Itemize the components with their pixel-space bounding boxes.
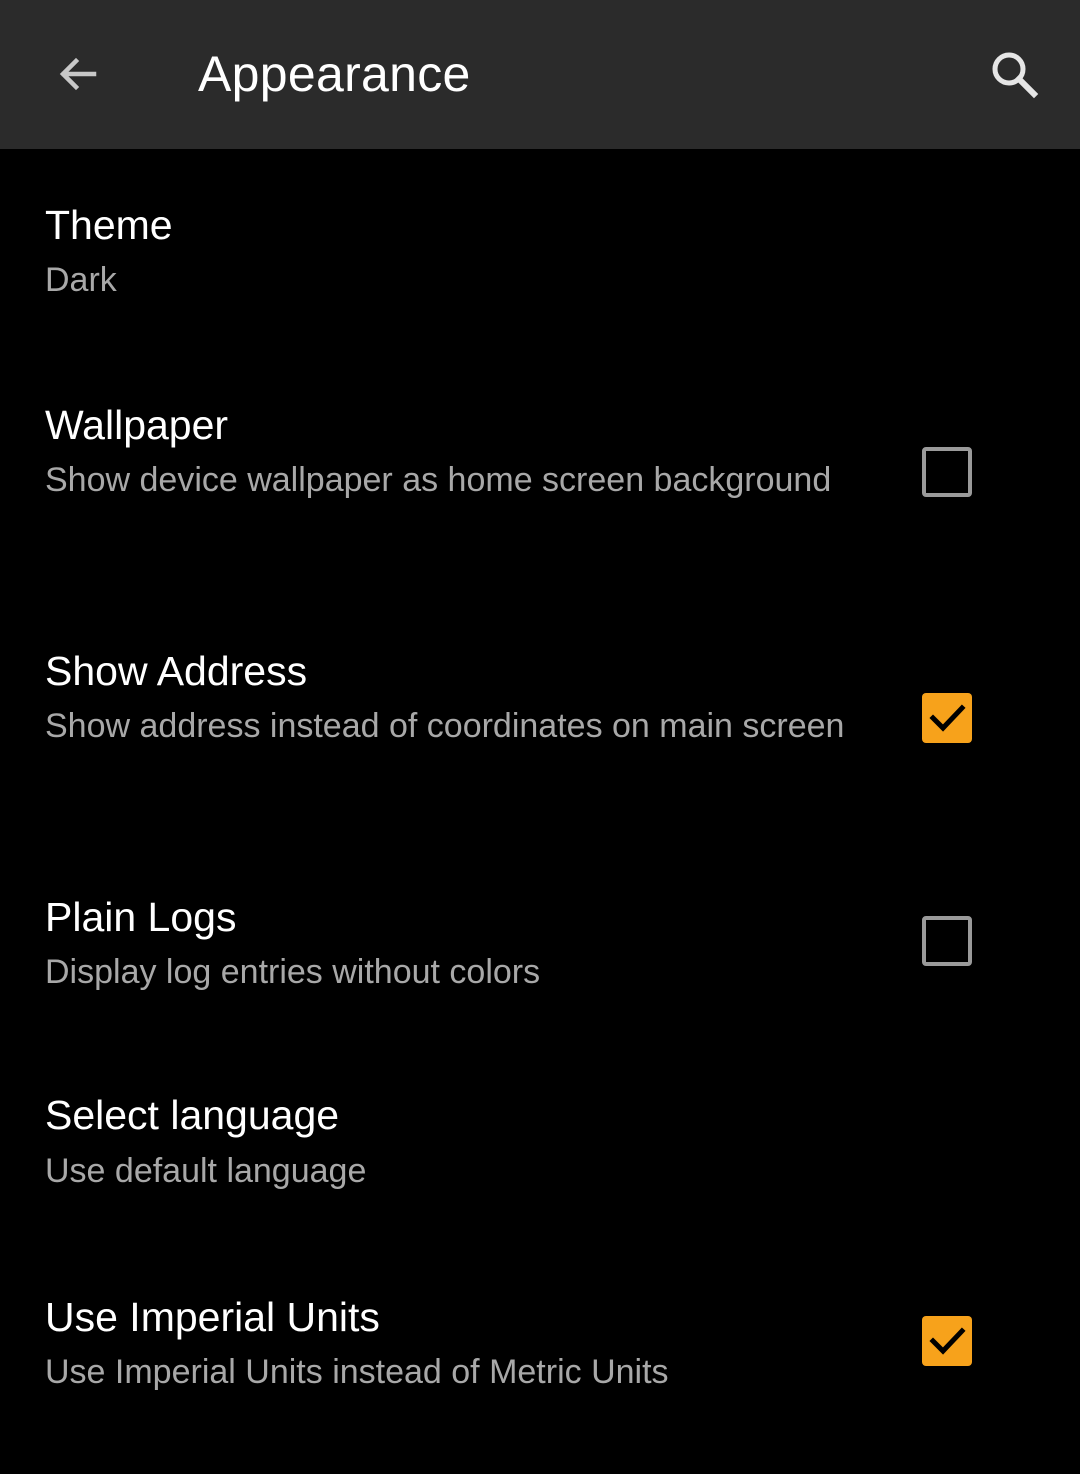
search-icon xyxy=(992,52,1039,99)
arrow-back-icon xyxy=(59,57,97,91)
pref-summary: Display log entries without colors xyxy=(45,953,541,991)
checkmark-icon xyxy=(929,1327,966,1355)
wallpaper-checkbox[interactable] xyxy=(922,447,972,497)
pref-title: Plain Logs xyxy=(45,894,237,940)
pref-summary: Use default language xyxy=(45,1152,367,1190)
pref-summary: Dark xyxy=(45,261,117,299)
pref-select-language[interactable]: Select language Use default language xyxy=(0,1042,1080,1242)
search-button[interactable] xyxy=(974,34,1054,114)
plain-logs-checkbox[interactable] xyxy=(922,916,972,966)
pref-title: Use Imperial Units xyxy=(45,1294,380,1340)
pref-show-address[interactable]: Show Address Show address instead of coo… xyxy=(0,596,1080,842)
pref-summary: Show address instead of coordinates on m… xyxy=(45,707,845,745)
pref-wallpaper[interactable]: Wallpaper Show device wallpaper as home … xyxy=(0,350,1080,596)
pref-title: Select language xyxy=(45,1092,340,1138)
back-button[interactable] xyxy=(40,36,116,112)
pref-theme[interactable]: Theme Dark xyxy=(0,150,1080,350)
pref-title: Theme xyxy=(45,202,173,248)
pref-title: Show Address xyxy=(45,648,308,694)
pref-summary: Show device wallpaper as home screen bac… xyxy=(45,461,832,499)
show-address-checkbox[interactable] xyxy=(922,693,972,743)
pref-plain-logs[interactable]: Plain Logs Display log entries without c… xyxy=(0,842,1080,1042)
page-title: Appearance xyxy=(198,46,471,102)
pref-title: Wallpaper xyxy=(45,402,229,448)
pref-summary: Use Imperial Units instead of Metric Uni… xyxy=(45,1353,669,1391)
pref-imperial-units[interactable]: Use Imperial Units Use Imperial Units in… xyxy=(0,1242,1080,1442)
app-bar: Appearance xyxy=(0,0,1080,149)
imperial-units-checkbox[interactable] xyxy=(922,1316,972,1366)
checkmark-icon xyxy=(929,704,966,732)
